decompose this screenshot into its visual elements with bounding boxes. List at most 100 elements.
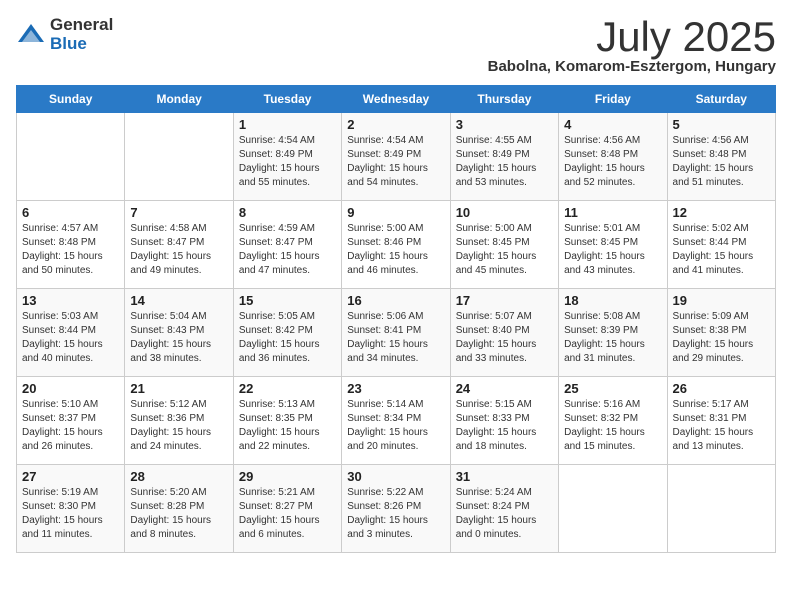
day-number: 31	[456, 469, 553, 484]
day-number: 7	[130, 205, 227, 220]
header-row: SundayMondayTuesdayWednesdayThursdayFrid…	[17, 86, 776, 113]
day-info: Sunrise: 4:56 AM Sunset: 8:48 PM Dayligh…	[564, 134, 661, 190]
calendar-cell: 18 Sunrise: 5:08 AM Sunset: 8:39 PM Dayli…	[559, 289, 667, 377]
day-info: Sunrise: 5:10 AM Sunset: 8:37 PM Dayligh…	[22, 398, 119, 454]
calendar-cell: 30 Sunrise: 5:22 AM Sunset: 8:26 PM Dayli…	[342, 465, 450, 553]
day-number: 13	[22, 293, 119, 308]
day-number: 6	[22, 205, 119, 220]
month-title: July 2025	[488, 16, 776, 58]
calendar-cell: 27Sunrise: 5:19 AM Sunset: 8:30 PM Dayli…	[17, 465, 125, 553]
day-info: Sunrise: 4:57 AM Sunset: 8:48 PM Dayligh…	[22, 222, 119, 278]
day-info: Sunrise: 4:58 AM Sunset: 8:47 PM Dayligh…	[130, 222, 227, 278]
calendar-cell	[559, 465, 667, 553]
location-title: Babolna, Komarom-Esztergom, Hungary	[488, 58, 776, 75]
header-wednesday: Wednesday	[342, 86, 450, 113]
day-number: 10	[456, 205, 553, 220]
calendar-cell: 11Sunrise: 5:01 AM Sunset: 8:45 PM Dayli…	[559, 201, 667, 289]
day-info: Sunrise: 4:54 AM Sunset: 8:49 PM Dayligh…	[239, 134, 336, 190]
day-info: Sunrise: 5:16 AM Sunset: 8:32 PM Dayligh…	[564, 398, 661, 454]
header-saturday: Saturday	[667, 86, 775, 113]
day-info: Sunrise: 5:06 AM Sunset: 8:41 PM Dayligh…	[347, 310, 444, 366]
logo-text: General Blue	[50, 16, 113, 53]
day-number: 2	[347, 117, 444, 132]
calendar-cell	[667, 465, 775, 553]
day-number: 15	[239, 293, 336, 308]
day-number: 24	[456, 381, 553, 396]
calendar-cell: 19Sunrise: 5:09 AM Sunset: 8:38 PM Dayli…	[667, 289, 775, 377]
day-info: Sunrise: 5:21 AM Sunset: 8:27 PM Dayligh…	[239, 486, 336, 542]
calendar-cell: 20 Sunrise: 5:10 AM Sunset: 8:37 PM Dayli…	[17, 377, 125, 465]
week-row-0: 1Sunrise: 4:54 AM Sunset: 8:49 PM Daylig…	[17, 113, 776, 201]
day-number: 20	[22, 381, 119, 396]
title-block: July 2025 Babolna, Komarom-Esztergom, Hu…	[488, 16, 776, 75]
calendar-cell: 17Sunrise: 5:07 AM Sunset: 8:40 PM Dayli…	[450, 289, 558, 377]
week-row-2: 13 Sunrise: 5:03 AM Sunset: 8:44 PM Dayli…	[17, 289, 776, 377]
calendar-table: SundayMondayTuesdayWednesdayThursdayFrid…	[16, 85, 776, 553]
header-thursday: Thursday	[450, 86, 558, 113]
calendar-cell: 16 Sunrise: 5:06 AM Sunset: 8:41 PM Dayli…	[342, 289, 450, 377]
day-info: Sunrise: 5:15 AM Sunset: 8:33 PM Dayligh…	[456, 398, 553, 454]
day-info: Sunrise: 5:03 AM Sunset: 8:44 PM Dayligh…	[22, 310, 119, 366]
calendar-cell: 10 Sunrise: 5:00 AM Sunset: 8:45 PM Dayli…	[450, 201, 558, 289]
day-info: Sunrise: 5:12 AM Sunset: 8:36 PM Dayligh…	[130, 398, 227, 454]
day-number: 12	[673, 205, 770, 220]
day-number: 14	[130, 293, 227, 308]
day-number: 25	[564, 381, 661, 396]
calendar-cell: 28Sunrise: 5:20 AM Sunset: 8:28 PM Dayli…	[125, 465, 233, 553]
calendar-body: 1Sunrise: 4:54 AM Sunset: 8:49 PM Daylig…	[17, 113, 776, 553]
day-info: Sunrise: 4:55 AM Sunset: 8:49 PM Dayligh…	[456, 134, 553, 190]
calendar-cell: 1Sunrise: 4:54 AM Sunset: 8:49 PM Daylig…	[233, 113, 341, 201]
calendar-cell	[17, 113, 125, 201]
calendar-cell: 29Sunrise: 5:21 AM Sunset: 8:27 PM Dayli…	[233, 465, 341, 553]
calendar-cell: 31 Sunrise: 5:24 AM Sunset: 8:24 PM Dayli…	[450, 465, 558, 553]
week-row-4: 27Sunrise: 5:19 AM Sunset: 8:30 PM Dayli…	[17, 465, 776, 553]
day-info: Sunrise: 5:22 AM Sunset: 8:26 PM Dayligh…	[347, 486, 444, 542]
calendar-cell: 15Sunrise: 5:05 AM Sunset: 8:42 PM Dayli…	[233, 289, 341, 377]
day-number: 11	[564, 205, 661, 220]
week-row-3: 20 Sunrise: 5:10 AM Sunset: 8:37 PM Dayli…	[17, 377, 776, 465]
logo-blue: Blue	[50, 35, 113, 54]
page-header: General Blue July 2025 Babolna, Komarom-…	[16, 16, 776, 75]
calendar-cell: 25 Sunrise: 5:16 AM Sunset: 8:32 PM Dayli…	[559, 377, 667, 465]
logo-icon	[16, 20, 46, 50]
day-number: 16	[347, 293, 444, 308]
calendar-cell: 23 Sunrise: 5:14 AM Sunset: 8:34 PM Dayli…	[342, 377, 450, 465]
day-number: 3	[456, 117, 553, 132]
calendar-cell: 24 Sunrise: 5:15 AM Sunset: 8:33 PM Dayli…	[450, 377, 558, 465]
calendar-cell: 22Sunrise: 5:13 AM Sunset: 8:35 PM Dayli…	[233, 377, 341, 465]
day-number: 18	[564, 293, 661, 308]
calendar-cell: 9Sunrise: 5:00 AM Sunset: 8:46 PM Daylig…	[342, 201, 450, 289]
day-number: 4	[564, 117, 661, 132]
calendar-cell: 13 Sunrise: 5:03 AM Sunset: 8:44 PM Dayli…	[17, 289, 125, 377]
calendar-cell: 7 Sunrise: 4:58 AM Sunset: 8:47 PM Daylig…	[125, 201, 233, 289]
calendar-cell: 21Sunrise: 5:12 AM Sunset: 8:36 PM Dayli…	[125, 377, 233, 465]
day-info: Sunrise: 4:56 AM Sunset: 8:48 PM Dayligh…	[673, 134, 770, 190]
calendar-cell: 12Sunrise: 5:02 AM Sunset: 8:44 PM Dayli…	[667, 201, 775, 289]
day-number: 9	[347, 205, 444, 220]
header-friday: Friday	[559, 86, 667, 113]
day-info: Sunrise: 5:00 AM Sunset: 8:45 PM Dayligh…	[456, 222, 553, 278]
day-number: 23	[347, 381, 444, 396]
day-info: Sunrise: 5:20 AM Sunset: 8:28 PM Dayligh…	[130, 486, 227, 542]
day-info: Sunrise: 4:59 AM Sunset: 8:47 PM Dayligh…	[239, 222, 336, 278]
logo: General Blue	[16, 16, 113, 53]
day-number: 17	[456, 293, 553, 308]
calendar-cell: 14Sunrise: 5:04 AM Sunset: 8:43 PM Dayli…	[125, 289, 233, 377]
calendar-cell: 3 Sunrise: 4:55 AM Sunset: 8:49 PM Daylig…	[450, 113, 558, 201]
week-row-1: 6 Sunrise: 4:57 AM Sunset: 8:48 PM Daylig…	[17, 201, 776, 289]
header-tuesday: Tuesday	[233, 86, 341, 113]
calendar-cell: 6 Sunrise: 4:57 AM Sunset: 8:48 PM Daylig…	[17, 201, 125, 289]
day-info: Sunrise: 5:08 AM Sunset: 8:39 PM Dayligh…	[564, 310, 661, 366]
day-number: 26	[673, 381, 770, 396]
day-info: Sunrise: 5:24 AM Sunset: 8:24 PM Dayligh…	[456, 486, 553, 542]
day-info: Sunrise: 4:54 AM Sunset: 8:49 PM Dayligh…	[347, 134, 444, 190]
calendar-cell: 8Sunrise: 4:59 AM Sunset: 8:47 PM Daylig…	[233, 201, 341, 289]
day-info: Sunrise: 5:13 AM Sunset: 8:35 PM Dayligh…	[239, 398, 336, 454]
day-number: 5	[673, 117, 770, 132]
day-number: 30	[347, 469, 444, 484]
calendar-cell: 26Sunrise: 5:17 AM Sunset: 8:31 PM Dayli…	[667, 377, 775, 465]
day-info: Sunrise: 5:14 AM Sunset: 8:34 PM Dayligh…	[347, 398, 444, 454]
calendar-cell: 2 Sunrise: 4:54 AM Sunset: 8:49 PM Daylig…	[342, 113, 450, 201]
calendar-cell: 4 Sunrise: 4:56 AM Sunset: 8:48 PM Daylig…	[559, 113, 667, 201]
day-number: 27	[22, 469, 119, 484]
